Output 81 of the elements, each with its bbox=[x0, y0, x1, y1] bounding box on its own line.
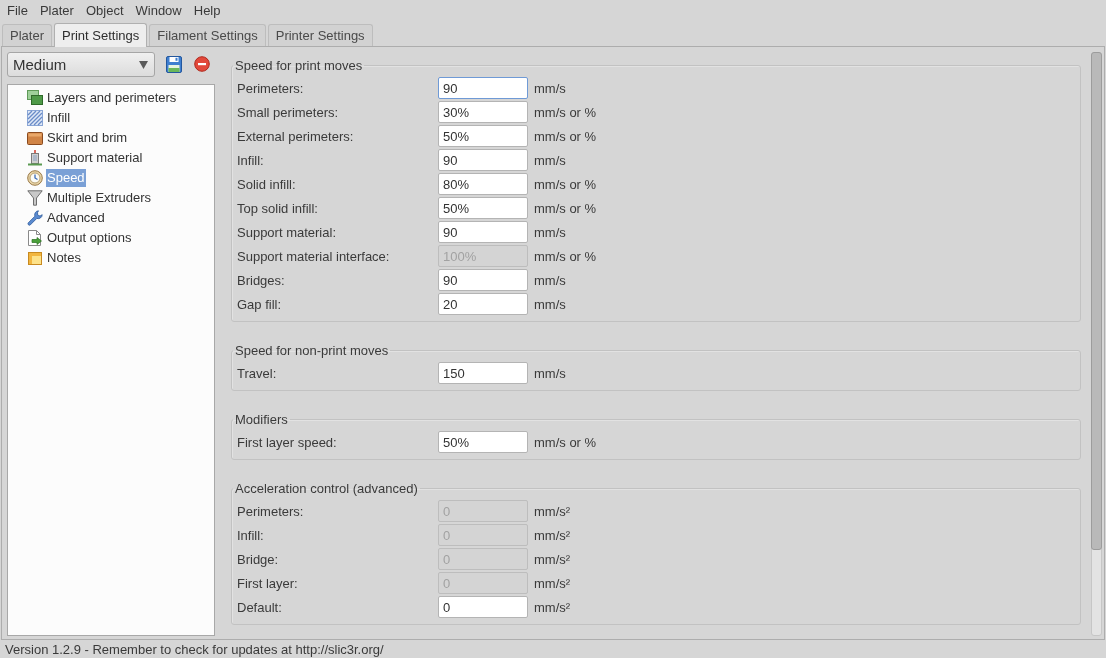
unit-label: mm/s bbox=[534, 152, 566, 168]
value-field[interactable]: 90 bbox=[438, 149, 528, 171]
building-icon bbox=[27, 150, 43, 166]
unit-label: mm/s or % bbox=[534, 434, 597, 450]
field-label: First layer: bbox=[237, 575, 299, 591]
document-arrow-icon bbox=[27, 230, 43, 246]
tab[interactable]: Print Settings bbox=[53, 23, 148, 47]
category-item[interactable]: Multiple Extruders bbox=[46, 189, 153, 207]
field-label: Infill: bbox=[237, 527, 265, 543]
tab[interactable]: Printer Settings bbox=[267, 24, 373, 46]
unit-label: mm/s² bbox=[534, 503, 571, 519]
menu-item[interactable]: File bbox=[1, 0, 34, 21]
field-label: Travel: bbox=[237, 365, 278, 381]
field-label: Solid infill: bbox=[237, 176, 297, 192]
category-item[interactable]: Skirt and brim bbox=[46, 129, 129, 147]
field-label: Perimeters: bbox=[237, 503, 305, 519]
menu-item[interactable]: Plater bbox=[33, 0, 80, 21]
caret-icon bbox=[139, 60, 148, 69]
field-label: Support material interface: bbox=[237, 248, 391, 264]
unit-label: mm/s bbox=[534, 272, 566, 288]
unit-label: mm/s or % bbox=[534, 248, 597, 264]
field-label: Bridges: bbox=[237, 272, 286, 288]
menu-item[interactable]: Window bbox=[129, 0, 188, 21]
field-label: Support material: bbox=[237, 224, 337, 240]
minus-circle-icon[interactable] bbox=[194, 56, 210, 73]
value-field[interactable]: 0 bbox=[438, 596, 528, 618]
field-label: External perimeters: bbox=[237, 128, 355, 144]
value-field[interactable]: 90 bbox=[438, 77, 528, 99]
category-item[interactable]: Infill bbox=[46, 109, 72, 127]
box-icon bbox=[27, 130, 43, 146]
funnel-icon bbox=[27, 190, 43, 206]
value-field[interactable]: 90 bbox=[438, 221, 528, 243]
group-title: Speed for print moves bbox=[234, 58, 364, 73]
status-text: Version 1.2.9 - Remember to check for updates at http://slic3r.org/ bbox=[5, 641, 384, 657]
category-item[interactable]: Notes bbox=[46, 249, 82, 267]
menu-item[interactable]: Help bbox=[187, 0, 227, 21]
group-title: Speed for non-print moves bbox=[234, 343, 390, 358]
field-label: Bridge: bbox=[237, 551, 280, 567]
category-item[interactable]: Support material bbox=[46, 149, 144, 167]
group-title: Acceleration control (advanced) bbox=[234, 481, 419, 496]
unit-label: mm/s or % bbox=[534, 104, 597, 120]
unit-label: mm/s² bbox=[534, 527, 571, 543]
value-field[interactable]: 80% bbox=[438, 173, 528, 195]
unit-label: mm/s or % bbox=[534, 176, 597, 192]
category-item[interactable]: Advanced bbox=[46, 209, 106, 227]
field-label: Top solid infill: bbox=[237, 200, 319, 216]
unit-label: mm/s or % bbox=[534, 128, 597, 144]
field-label: Infill: bbox=[237, 152, 265, 168]
wrench-icon bbox=[27, 210, 43, 226]
unit-label: mm/s² bbox=[534, 575, 571, 591]
field-label: First layer speed: bbox=[237, 434, 338, 450]
hatched-square-icon bbox=[27, 110, 43, 126]
menu-item[interactable]: Object bbox=[79, 0, 130, 21]
group-title: Modifiers bbox=[234, 412, 289, 427]
field-label: Gap fill: bbox=[237, 296, 283, 312]
unit-label: mm/s bbox=[534, 365, 566, 381]
unit-label: mm/s bbox=[534, 80, 566, 96]
category-item[interactable]: Layers and perimeters bbox=[46, 89, 178, 107]
value-field[interactable]: 90 bbox=[438, 269, 528, 291]
value-field[interactable]: 50% bbox=[438, 431, 528, 453]
tab[interactable]: Plater bbox=[2, 24, 52, 46]
unit-label: mm/s² bbox=[534, 599, 571, 615]
value-field[interactable]: 50% bbox=[438, 125, 528, 147]
save-icon[interactable] bbox=[166, 56, 182, 73]
unit-label: mm/s bbox=[534, 224, 566, 240]
field-label: Default: bbox=[237, 599, 283, 615]
value-field[interactable]: 30% bbox=[438, 101, 528, 123]
note-icon bbox=[27, 250, 43, 266]
field-label: Perimeters: bbox=[237, 80, 305, 96]
unit-label: mm/s bbox=[534, 296, 566, 312]
preset-dropdown[interactable]: Medium bbox=[7, 52, 155, 77]
clock-icon bbox=[27, 170, 43, 186]
tab[interactable]: Filament Settings bbox=[149, 24, 266, 46]
value-field[interactable]: 20 bbox=[438, 293, 528, 315]
field-label: Small perimeters: bbox=[237, 104, 340, 120]
unit-label: mm/s or % bbox=[534, 200, 597, 216]
value-field[interactable]: 150 bbox=[438, 362, 528, 384]
layers-icon bbox=[27, 90, 43, 106]
unit-label: mm/s² bbox=[534, 551, 571, 567]
value-field[interactable]: 50% bbox=[438, 197, 528, 219]
category-item[interactable]: Output options bbox=[46, 229, 133, 247]
